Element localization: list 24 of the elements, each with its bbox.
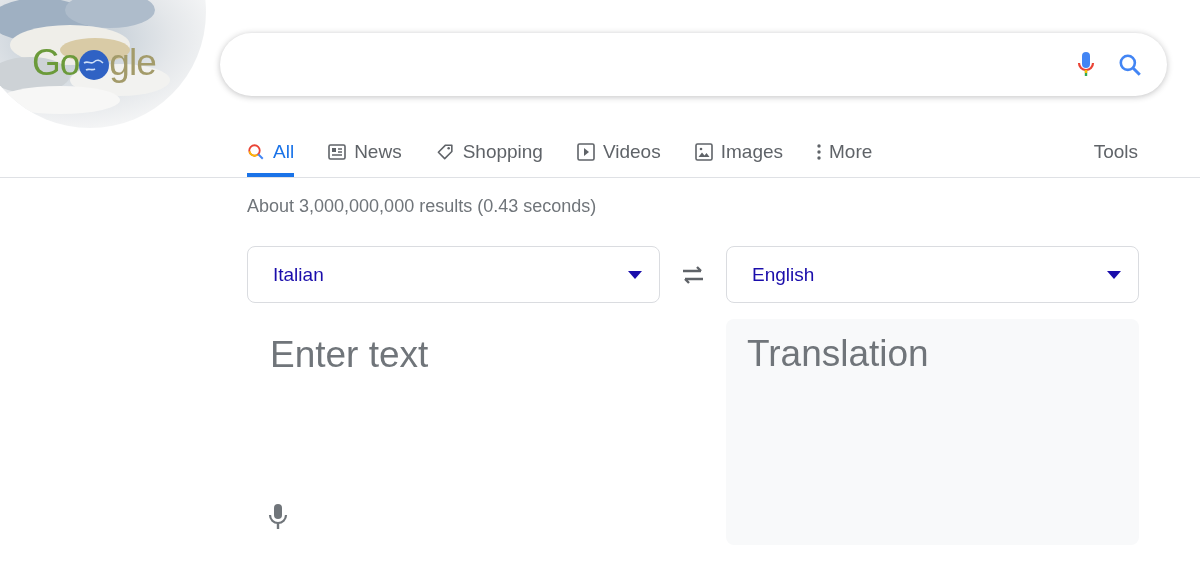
search-icon: [247, 142, 265, 161]
tab[interactable]: Videos: [576, 126, 661, 177]
target-language-select[interactable]: English: [726, 246, 1139, 303]
newspaper-icon: [328, 143, 347, 160]
tab[interactable]: More: [817, 126, 873, 177]
logo-text: gle: [109, 42, 156, 84]
caret-icon: [628, 270, 642, 279]
tools-link[interactable]: Tools: [1093, 126, 1138, 177]
tab[interactable]: All: [247, 126, 295, 177]
caret-icon: [1107, 270, 1121, 279]
image-icon: [694, 142, 713, 161]
play-icon: [576, 142, 595, 161]
tab[interactable]: Shopping: [435, 126, 543, 177]
microphone-icon[interactable]: [1077, 50, 1095, 79]
globe-icon: [78, 49, 111, 81]
tab[interactable]: Images: [694, 126, 783, 177]
more-icon: [817, 143, 821, 160]
tab[interactable]: News: [328, 126, 402, 177]
logo-text: Go: [32, 42, 80, 84]
tag-icon: [435, 142, 455, 161]
source-language-select[interactable]: Italian: [247, 246, 660, 303]
translation-field[interactable]: Translation: [726, 319, 1139, 545]
result-stats: About 3,000,000,000 results (0.43 seconds): [247, 196, 597, 216]
microphone-icon[interactable]: [268, 503, 288, 531]
